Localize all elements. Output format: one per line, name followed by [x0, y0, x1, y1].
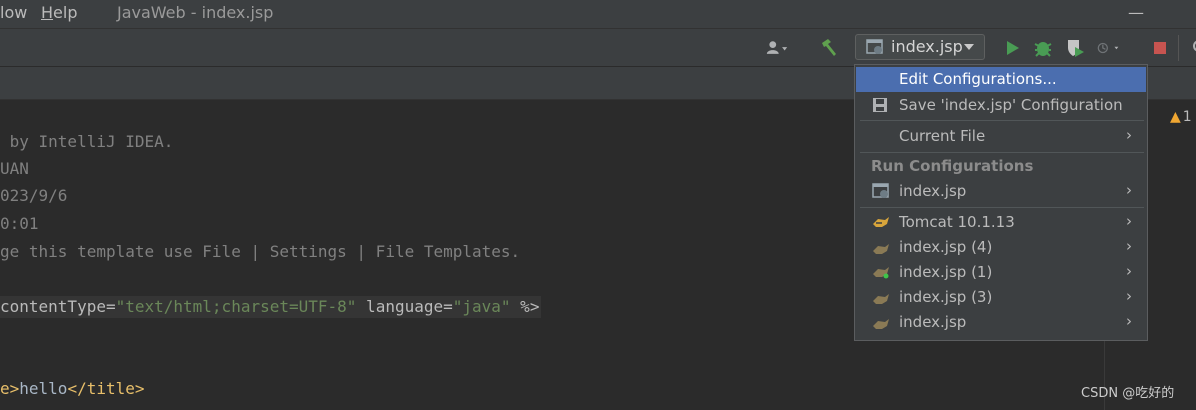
chevron-right-icon: ›: [1126, 262, 1132, 280]
run-config-label: index.jsp (3): [899, 288, 993, 306]
code-line: by IntelliJ IDEA.: [0, 132, 174, 151]
menu-window[interactable]: low: [0, 3, 27, 22]
tomcat-icon: [872, 314, 890, 332]
coverage-icon[interactable]: [1064, 37, 1086, 59]
run-config-item[interactable]: index.jsp ›: [856, 179, 1146, 204]
code-string: "text/html;charset=UTF-8": [115, 297, 357, 316]
run-config-item[interactable]: index.jsp (1) ›: [856, 260, 1146, 285]
run-config-label: index.jsp: [899, 313, 967, 331]
code-attr: contentType=: [0, 297, 116, 316]
chevron-down-icon: [964, 44, 974, 50]
save-icon: [872, 97, 890, 115]
run-configuration-popup: Edit Configurations... Save 'index.jsp' …: [854, 64, 1148, 341]
code-line: 023/9/6: [0, 186, 68, 205]
chevron-right-icon: ›: [1126, 126, 1132, 144]
user-icon[interactable]: [766, 37, 788, 59]
search-icon[interactable]: [1186, 37, 1196, 59]
run-config-label: Tomcat 10.1.13: [899, 213, 1015, 231]
chevron-right-icon: ›: [1126, 287, 1132, 305]
tomcat-icon: [872, 214, 890, 232]
chevron-right-icon: ›: [1126, 181, 1132, 199]
code-line: 0:01: [0, 214, 39, 233]
tomcat-running-icon: [872, 264, 890, 282]
jsp-config-icon: [872, 183, 890, 201]
run-configurations-header: Run Configurations: [871, 157, 1034, 175]
main-toolbar: index.jsp: [0, 29, 1196, 67]
code-attr: %>: [510, 297, 540, 316]
current-file-label: Current File: [899, 127, 986, 145]
run-config-item[interactable]: index.jsp (3) ›: [856, 285, 1146, 310]
code-text: hello: [19, 379, 68, 398]
minimize-button[interactable]: —: [1128, 3, 1144, 22]
code-tag: e>: [0, 379, 20, 398]
popup-separator: [860, 152, 1144, 153]
warning-indicator[interactable]: ▲ 1: [1170, 109, 1192, 125]
window-title: JavaWeb - index.jsp: [117, 3, 274, 22]
run-config-label: index.jsp: [891, 37, 963, 56]
chevron-right-icon: ›: [1126, 237, 1132, 255]
current-file-item[interactable]: Current File ›: [856, 124, 1146, 149]
profile-icon[interactable]: [1097, 37, 1119, 59]
run-config-item[interactable]: Tomcat 10.1.13 ›: [856, 210, 1146, 235]
warning-icon: ▲: [1170, 109, 1181, 125]
run-configuration-selector[interactable]: index.jsp: [855, 34, 985, 60]
run-config-item[interactable]: index.jsp ›: [856, 310, 1146, 335]
menu-help-mnemonic: H: [41, 3, 54, 22]
chevron-right-icon: ›: [1126, 212, 1132, 230]
popup-separator: [860, 120, 1144, 121]
menu-help-label: elp: [53, 3, 78, 22]
menu-help[interactable]: Help: [41, 3, 77, 22]
watermark: CSDN @吃好的: [1081, 386, 1175, 401]
chevron-right-icon: ›: [1126, 312, 1132, 330]
run-config-label: index.jsp (4): [899, 238, 993, 256]
code-line: UAN: [0, 159, 29, 178]
save-configuration-item[interactable]: Save 'index.jsp' Configuration: [856, 93, 1146, 118]
toolbar-divider: [1178, 35, 1179, 61]
run-icon[interactable]: [1001, 37, 1023, 59]
tomcat-icon: [872, 289, 890, 307]
menu-window-label: low: [0, 3, 28, 22]
code-line: ge this template use File | Settings | F…: [0, 242, 521, 261]
warning-count: 1: [1182, 109, 1192, 125]
run-config-label: index.jsp: [899, 182, 967, 200]
code-string: "java": [452, 297, 511, 316]
save-configuration-label: Save 'index.jsp' Configuration: [899, 96, 1123, 114]
hammer-icon[interactable]: [818, 37, 840, 59]
run-config-item[interactable]: index.jsp (4) ›: [856, 235, 1146, 260]
code-attr: language=: [356, 297, 453, 316]
edit-configurations-item[interactable]: Edit Configurations...: [856, 67, 1146, 92]
code-line-page-directive: contentType="text/html;charset=UTF-8" la…: [0, 296, 542, 318]
debug-icon[interactable]: [1032, 37, 1054, 59]
popup-separator: [860, 207, 1144, 208]
jsp-config-icon: [866, 39, 884, 60]
code-line-title: e>hello</title>: [0, 378, 145, 400]
title-bar: low Help JavaWeb - index.jsp —: [0, 0, 1196, 29]
stop-icon[interactable]: [1149, 37, 1171, 59]
tomcat-icon: [872, 239, 890, 257]
run-config-label: index.jsp (1): [899, 263, 993, 281]
edit-configurations-label: Edit Configurations...: [899, 70, 1057, 88]
code-tag: </title>: [67, 379, 145, 398]
